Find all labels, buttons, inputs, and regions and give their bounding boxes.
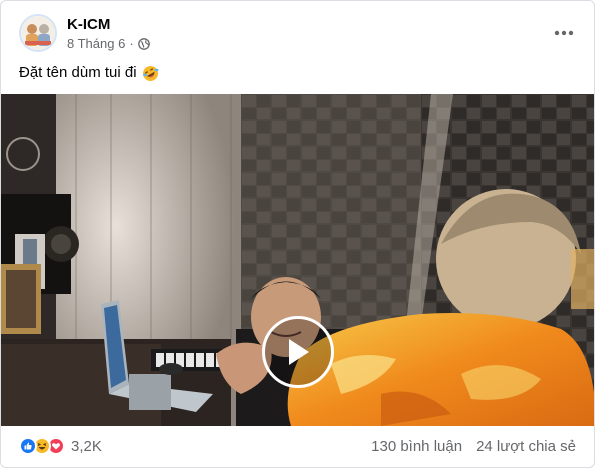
shares-count[interactable]: 24 lượt chia sẻ xyxy=(476,438,576,455)
avatar-image xyxy=(21,16,55,50)
post-caption: Đặt tên dùm tui đi xyxy=(19,63,159,83)
like-icon xyxy=(19,437,37,455)
more-options-button[interactable] xyxy=(548,17,580,49)
globe-icon[interactable] xyxy=(137,37,150,50)
comments-count[interactable]: 130 bình luận xyxy=(371,438,462,455)
separator-dot: · xyxy=(129,35,134,51)
post-card: K-ICM 8 Tháng 6 · Đặt tên dùm tui đi 3,2… xyxy=(0,0,595,468)
rolling-on-floor-laughing-emoji xyxy=(142,65,159,81)
post-date[interactable]: 8 Tháng 6 xyxy=(67,36,125,52)
page-name[interactable]: K-ICM xyxy=(67,15,150,34)
caption-text: Đặt tên dùm tui đi xyxy=(19,64,137,81)
engagement-counts: 130 bình luận 24 lượt chia sẻ xyxy=(371,438,576,455)
post-header: K-ICM 8 Tháng 6 · xyxy=(19,13,580,53)
post-meta: K-ICM 8 Tháng 6 · xyxy=(67,15,150,52)
video-player[interactable] xyxy=(1,94,594,426)
page-avatar[interactable] xyxy=(19,14,57,52)
play-button[interactable] xyxy=(262,316,334,388)
post-stats: 3,2K 130 bình luận 24 lượt chia sẻ xyxy=(19,433,576,459)
post-info: 8 Tháng 6 · xyxy=(67,36,150,52)
more-options-icon xyxy=(554,30,574,36)
reactions-summary[interactable]: 3,2K xyxy=(19,437,102,455)
play-icon xyxy=(289,339,309,365)
reaction-count: 3,2K xyxy=(71,437,102,455)
